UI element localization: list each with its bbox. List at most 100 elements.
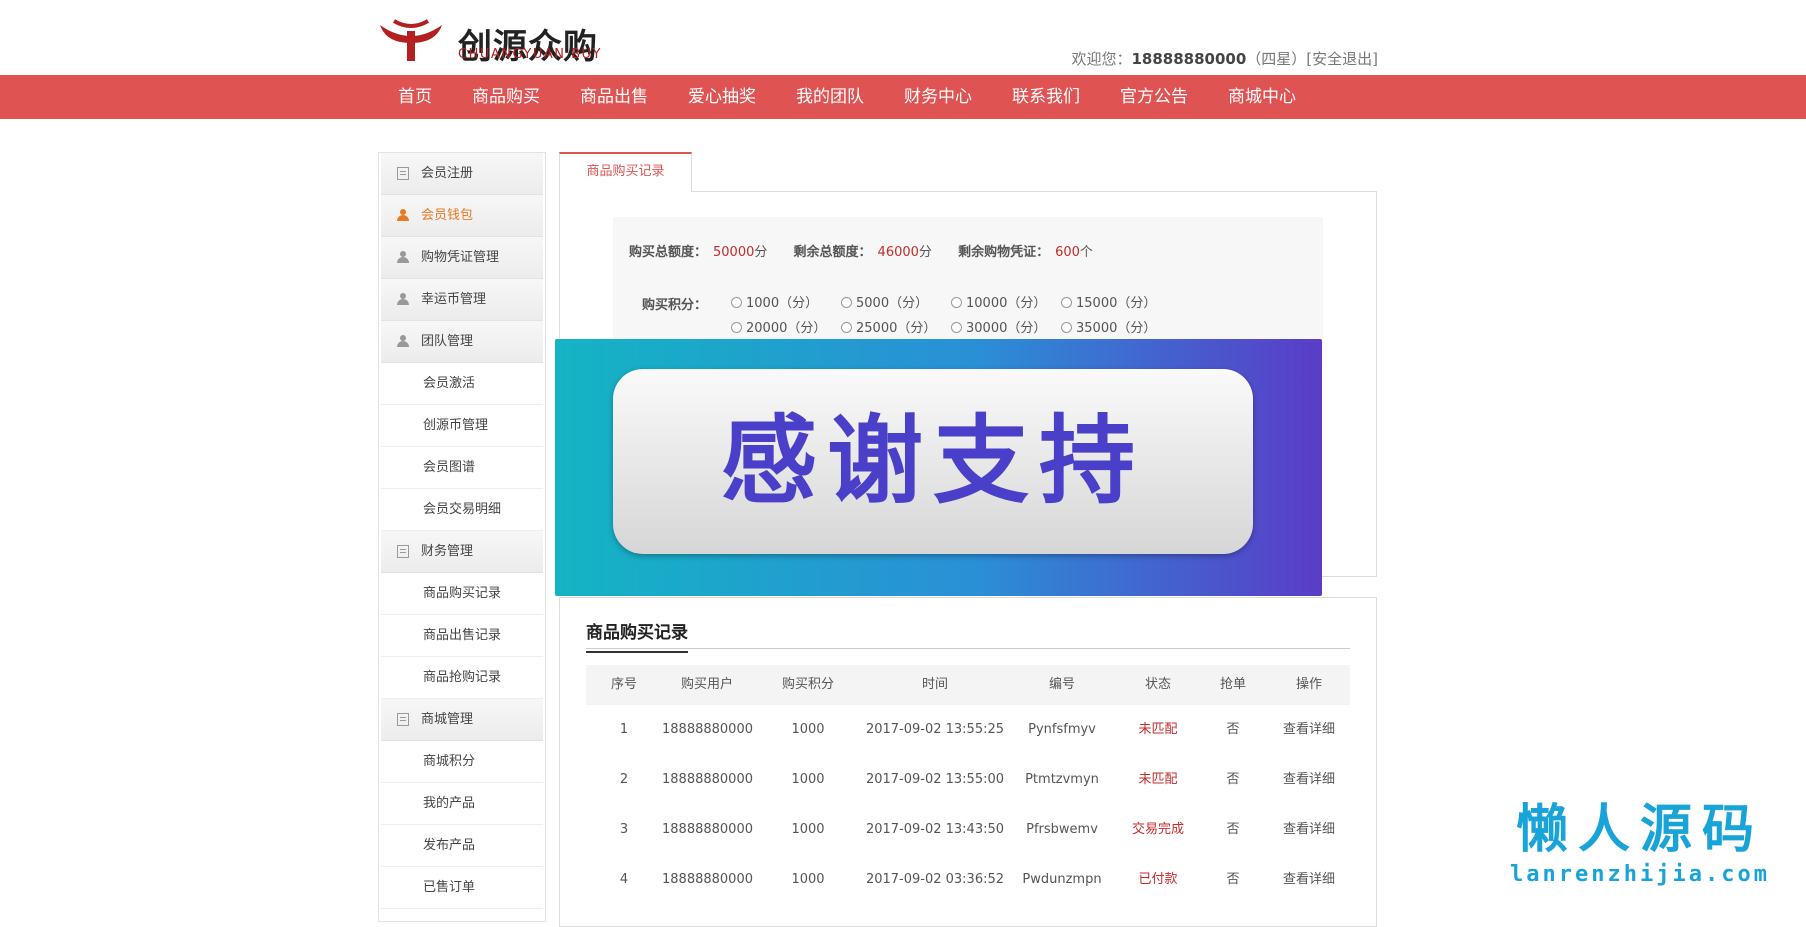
sidebar-item-sell-records[interactable]: 商品出售记录 bbox=[381, 615, 543, 657]
radio-icon[interactable] bbox=[841, 322, 852, 333]
nav-team[interactable]: 我的团队 bbox=[776, 75, 884, 119]
nav-finance[interactable]: 财务中心 bbox=[884, 75, 992, 119]
sidebar: 会员注册 会员钱包 购物凭证管理 幸运币管理 团队管理 会员激活 创源币管理 会… bbox=[378, 152, 546, 922]
cell-grab: 否 bbox=[1226, 772, 1240, 787]
thanks-banner: 感谢支持 bbox=[555, 339, 1322, 596]
status-badge: 未匹配 bbox=[1138, 722, 1178, 737]
sidebar-item-lucky-coin[interactable]: 幸运币管理 bbox=[381, 279, 543, 321]
nav-lottery[interactable]: 爱心抽奖 bbox=[668, 75, 776, 119]
voucher-value: 600 bbox=[1055, 245, 1080, 260]
cell-code: Ptmtzvmyn bbox=[1025, 772, 1099, 787]
view-detail-link[interactable]: 查看详细 bbox=[1268, 805, 1350, 855]
column-header: 购买用户 bbox=[680, 677, 733, 692]
logo[interactable]: 创源众购 CHUANGYUAN BUY bbox=[376, 15, 656, 67]
sidebar-item-voucher[interactable]: 购物凭证管理 bbox=[381, 237, 543, 279]
table-row: 4 18888880000 1000 2017-09-02 03:36:52 P… bbox=[586, 855, 1350, 905]
watermark-en: lanrenzhijia.com bbox=[1510, 862, 1770, 887]
column-header: 序号 bbox=[610, 677, 637, 692]
sidebar-item-label: 会员钱包 bbox=[421, 208, 474, 223]
nav-mall[interactable]: 商城中心 bbox=[1208, 75, 1316, 119]
nav-sell[interactable]: 商品出售 bbox=[560, 75, 668, 119]
radio-option[interactable]: 25000（分） bbox=[841, 317, 936, 336]
sidebar-item-buy-records[interactable]: 商品购买记录 bbox=[381, 573, 543, 615]
sidebar-item-mall-points[interactable]: 商城积分 bbox=[381, 741, 543, 783]
radio-icon[interactable] bbox=[951, 322, 962, 333]
radio-icon[interactable] bbox=[731, 297, 742, 308]
remain-value: 46000 bbox=[877, 245, 919, 260]
sidebar-item-grab-records[interactable]: 商品抢购记录 bbox=[381, 657, 543, 699]
cell-points: 1000 bbox=[791, 772, 825, 787]
column-header: 购买积分 bbox=[781, 677, 834, 692]
table-row: 3 18888880000 1000 2017-09-02 13:43:50 P… bbox=[586, 805, 1350, 855]
user-icon bbox=[397, 251, 409, 264]
username: 18888880000 bbox=[1131, 50, 1247, 68]
divider bbox=[586, 648, 1350, 649]
user-icon bbox=[397, 335, 409, 348]
table-row: 2 18888880000 1000 2017-09-02 13:55:00 P… bbox=[586, 755, 1350, 805]
logout-link[interactable]: [安全退出] bbox=[1306, 50, 1378, 68]
cell-no: 4 bbox=[619, 872, 629, 887]
nav-announcement[interactable]: 官方公告 bbox=[1100, 75, 1208, 119]
radio-icon[interactable] bbox=[841, 297, 852, 308]
cell-points: 1000 bbox=[791, 722, 825, 737]
sidebar-item-activate[interactable]: 会员激活 bbox=[381, 363, 543, 405]
total-value: 50000 bbox=[713, 245, 755, 260]
sidebar-item-transactions[interactable]: 会员交易明细 bbox=[381, 489, 543, 531]
register-icon bbox=[397, 167, 409, 180]
banner-text: 感谢支持 bbox=[613, 369, 1253, 554]
sidebar-item-label: 商城管理 bbox=[421, 712, 474, 727]
table-header: 序号 购买用户 购买积分 时间 编号 状态 抢单 操作 bbox=[586, 665, 1350, 705]
welcome-bar: 欢迎您：18888880000（四星）[安全退出] bbox=[1071, 48, 1378, 69]
sidebar-item-label: 购物凭证管理 bbox=[421, 250, 500, 265]
sidebar-item-finance[interactable]: 财务管理 bbox=[381, 531, 543, 573]
cell-no: 3 bbox=[619, 822, 629, 837]
tab-buy-records[interactable]: 商品购买记录 bbox=[559, 152, 692, 192]
radio-option[interactable]: 20000（分） bbox=[731, 317, 826, 336]
column-header: 编号 bbox=[1048, 677, 1075, 692]
sidebar-item-coin[interactable]: 创源币管理 bbox=[381, 405, 543, 447]
radio-option[interactable]: 1000（分） bbox=[731, 292, 818, 311]
nav-home[interactable]: 首页 bbox=[378, 75, 452, 119]
nav-buy[interactable]: 商品购买 bbox=[452, 75, 560, 119]
sidebar-item-register[interactable]: 会员注册 bbox=[381, 153, 543, 195]
nav-contact[interactable]: 联系我们 bbox=[992, 75, 1100, 119]
status-badge: 未匹配 bbox=[1138, 772, 1178, 787]
sidebar-item-label: 会员注册 bbox=[421, 166, 474, 181]
sidebar-item-label: 团队管理 bbox=[421, 334, 474, 349]
welcome-label: 欢迎您： bbox=[1071, 50, 1132, 68]
logo-subtext: CHUANGYUAN BUY bbox=[458, 47, 602, 62]
view-detail-link[interactable]: 查看详细 bbox=[1268, 855, 1350, 905]
buy-points-label: 购买积分： bbox=[642, 298, 708, 313]
sidebar-item-publish[interactable]: 发布产品 bbox=[381, 825, 543, 867]
cell-code: Pfrsbwemv bbox=[1026, 822, 1098, 837]
radio-option[interactable]: 10000（分） bbox=[951, 292, 1046, 311]
status-badge: 已付款 bbox=[1138, 872, 1178, 887]
unit-label: 分 bbox=[918, 245, 932, 260]
records-panel: 商品购买记录 序号 购买用户 购买积分 时间 编号 状态 抢单 操作 1 188… bbox=[559, 597, 1377, 927]
radio-option[interactable]: 30000（分） bbox=[951, 317, 1046, 336]
sidebar-item-team[interactable]: 团队管理 bbox=[381, 321, 543, 363]
radio-option[interactable]: 5000（分） bbox=[841, 292, 928, 311]
cell-time: 2017-09-02 13:43:50 bbox=[865, 822, 1005, 837]
sidebar-item-tree[interactable]: 会员图谱 bbox=[381, 447, 543, 489]
view-detail-link[interactable]: 查看详细 bbox=[1268, 755, 1350, 805]
cell-code: Pwdunzmpn bbox=[1022, 872, 1102, 887]
cell-user: 18888880000 bbox=[662, 822, 753, 837]
radio-option[interactable]: 35000（分） bbox=[1061, 317, 1156, 336]
cell-grab: 否 bbox=[1226, 872, 1240, 887]
cell-code: Pynfsfmyv bbox=[1028, 722, 1096, 737]
total-label: 购买总额度： bbox=[629, 245, 708, 260]
radio-icon[interactable] bbox=[951, 297, 962, 308]
view-detail-link[interactable]: 查看详细 bbox=[1268, 705, 1350, 755]
radio-icon[interactable] bbox=[1061, 322, 1072, 333]
sidebar-item-wallet[interactable]: 会员钱包 bbox=[381, 195, 543, 237]
cell-no: 1 bbox=[619, 722, 629, 737]
sidebar-item-sold-orders[interactable]: 已售订单 bbox=[381, 867, 543, 909]
sidebar-item-mall[interactable]: 商城管理 bbox=[381, 699, 543, 741]
sidebar-item-label: 财务管理 bbox=[421, 544, 474, 559]
radio-icon[interactable] bbox=[731, 322, 742, 333]
radio-icon[interactable] bbox=[1061, 297, 1072, 308]
logo-icon bbox=[380, 19, 442, 61]
sidebar-item-my-products[interactable]: 我的产品 bbox=[381, 783, 543, 825]
radio-option[interactable]: 15000（分） bbox=[1061, 292, 1156, 311]
